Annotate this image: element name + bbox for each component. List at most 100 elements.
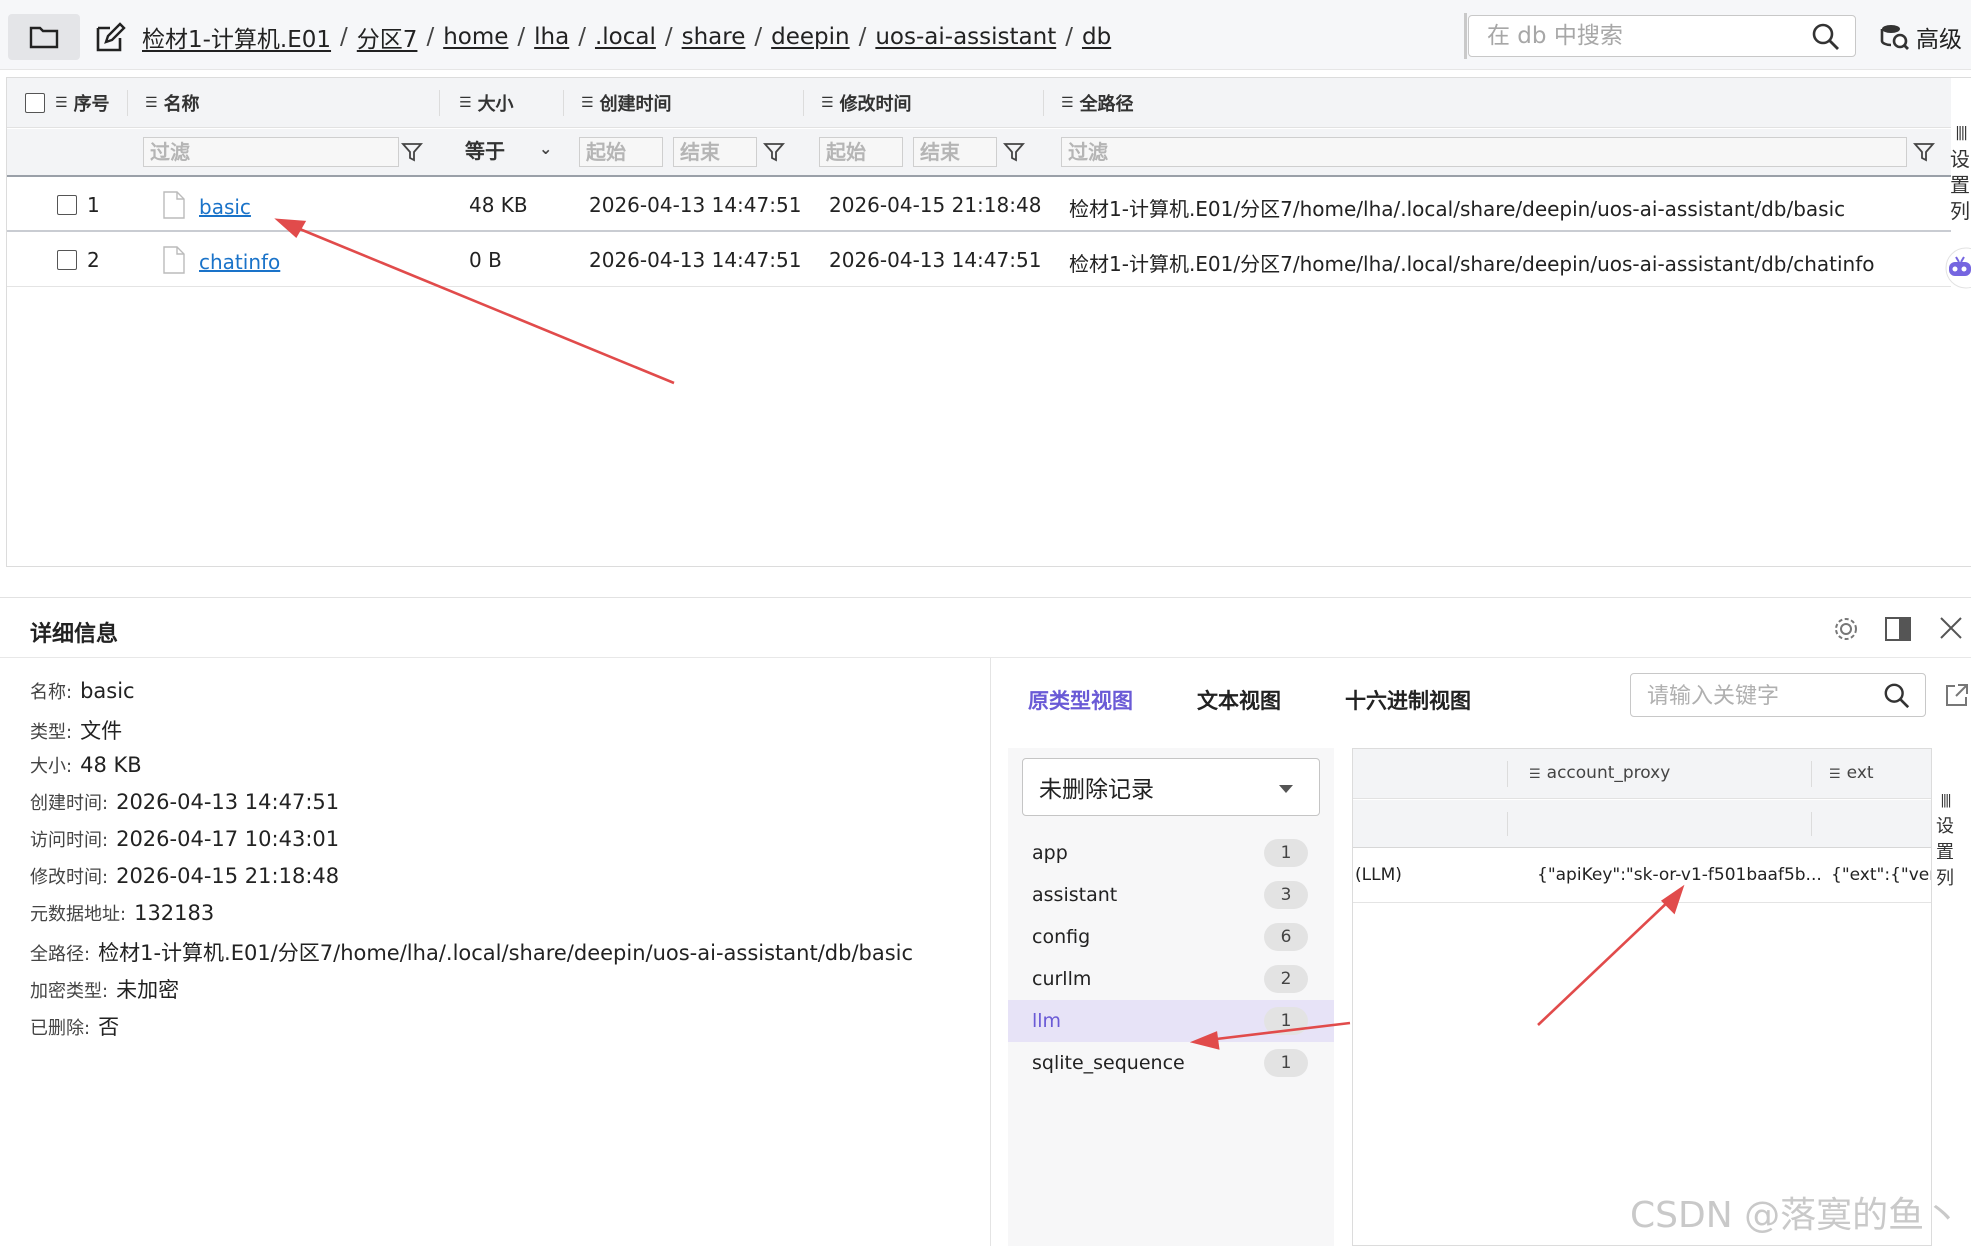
- close-icon[interactable]: [1938, 615, 1964, 641]
- file-modified: 2026-04-13 14:47:51: [829, 248, 1042, 272]
- search-box[interactable]: [1468, 15, 1856, 57]
- column-created[interactable]: ☰ 创建时间: [581, 78, 672, 128]
- property-row: 加密类型: 未加密: [30, 974, 913, 1011]
- property-value: 2026-04-17 10:43:01: [116, 827, 340, 851]
- property-value: 48 KB: [80, 753, 142, 777]
- column-account-proxy[interactable]: ☰ account_proxy: [1529, 763, 1670, 783]
- column-modified[interactable]: ☰ 修改时间: [821, 78, 912, 128]
- advanced-search-button[interactable]: 高级: [1880, 20, 1962, 54]
- breadcrumb-item[interactable]: 检材1-计算机.E01: [142, 20, 331, 54]
- modified-end-input[interactable]: 结束: [913, 137, 997, 167]
- file-name-link[interactable]: basic: [199, 195, 251, 219]
- file-size: 48 KB: [469, 193, 528, 217]
- column-ext[interactable]: ☰ ext: [1829, 763, 1874, 783]
- file-created: 2026-04-13 14:47:51: [589, 248, 802, 272]
- created-end-input[interactable]: 结束: [673, 137, 757, 167]
- column-divider: [1507, 812, 1508, 836]
- column-fullpath[interactable]: ☰ 全路径: [1061, 78, 1134, 128]
- record-filter-value: 未删除记录: [1039, 777, 1154, 803]
- size-operator-select[interactable]: 等于 ⌄: [459, 137, 559, 167]
- folder-button[interactable]: [8, 14, 80, 60]
- breadcrumb-item[interactable]: share: [682, 24, 746, 50]
- view-tabs: 原类型视图 文本视图 十六进制视图: [1028, 685, 1471, 715]
- property-key: 加密类型:: [30, 981, 109, 1002]
- edit-icon[interactable]: [94, 22, 126, 54]
- tab-hex-view[interactable]: 十六进制视图: [1345, 685, 1471, 715]
- property-key: 全路径:: [30, 944, 91, 965]
- tab-native-view[interactable]: 原类型视图: [1028, 685, 1133, 715]
- assistant-robot-icon[interactable]: [1936, 246, 1971, 290]
- file-fullpath: 检材1-计算机.E01/分区7/home/lha/.local/share/de…: [1069, 197, 1846, 221]
- property-key: 元数据地址:: [30, 904, 127, 925]
- filter-icon[interactable]: [1913, 141, 1935, 163]
- folder-icon: [29, 26, 59, 49]
- keyword-input[interactable]: [1647, 681, 1867, 711]
- column-name[interactable]: ☰ 名称: [145, 78, 200, 128]
- db-table-item[interactable]: sqlite_sequence 1: [1008, 1042, 1334, 1084]
- search-icon[interactable]: [1811, 22, 1841, 52]
- search-icon[interactable]: [1883, 682, 1911, 710]
- split-panel-icon[interactable]: [1884, 615, 1912, 643]
- modified-start-input[interactable]: 起始: [819, 137, 903, 167]
- column-divider: [563, 90, 564, 116]
- breadcrumb-item[interactable]: uos-ai-assistant: [875, 24, 1056, 50]
- property-key: 已删除:: [30, 1018, 91, 1039]
- breadcrumb-item[interactable]: db: [1082, 24, 1111, 50]
- property-value: 检材1-计算机.E01/分区7/home/lha/.local/share/de…: [98, 941, 914, 965]
- db-table-count-badge: 3: [1264, 881, 1308, 909]
- table-row[interactable]: (LLM) {"apiKey":"sk-or-v1-f501baaf5b... …: [1353, 849, 1931, 903]
- select-all-checkbox[interactable]: [25, 93, 45, 113]
- property-value: basic: [80, 679, 135, 703]
- db-table-item[interactable]: llm 1: [1008, 1000, 1334, 1042]
- file-fullpath: 检材1-计算机.E01/分区7/home/lha/.local/share/de…: [1069, 252, 1875, 276]
- breadcrumb-item[interactable]: lha: [534, 24, 569, 50]
- created-start-input[interactable]: 起始: [579, 137, 663, 167]
- filter-icon[interactable]: [1003, 141, 1025, 163]
- chevron-down-icon: ⌄: [539, 139, 553, 158]
- fullpath-filter-input[interactable]: 过滤: [1061, 137, 1907, 167]
- tab-text-view[interactable]: 文本视图: [1197, 685, 1281, 715]
- filter-icon[interactable]: [401, 141, 423, 163]
- breadcrumb-separator: /: [1065, 24, 1073, 50]
- table-row[interactable]: 2 chatinfo 0 B 2026-04-13 14:47:51 2026-…: [7, 234, 1951, 287]
- db-table-count-badge: 6: [1264, 923, 1308, 951]
- row-checkbox[interactable]: [57, 195, 77, 215]
- column-divider: [803, 90, 804, 116]
- db-table-item[interactable]: curllm 2: [1008, 958, 1334, 1000]
- property-row: 已删除: 否: [30, 1011, 913, 1048]
- grid-header: ☰ account_proxy ☰ ext: [1353, 749, 1931, 799]
- property-value: 否: [98, 1015, 120, 1039]
- grid-column-settings-toggle[interactable]: |||| 设置列: [1934, 788, 1956, 892]
- db-table-item[interactable]: app 1: [1008, 832, 1334, 874]
- file-name-link[interactable]: chatinfo: [199, 250, 280, 274]
- column-index[interactable]: ☰ 序号: [55, 78, 110, 128]
- columns-icon: ||||: [1940, 793, 1952, 808]
- breadcrumb-separator: /: [517, 24, 526, 50]
- breadcrumb-separator: /: [664, 24, 673, 50]
- column-settings-toggle[interactable]: |||| 设置列: [1950, 120, 1971, 224]
- detail-panel: 详细信息 名称: basic 类型: 文件 大小: 48 KB 创建时间: 2026-04-1…: [0, 597, 1971, 1246]
- external-link-icon[interactable]: [1944, 682, 1970, 708]
- breadcrumb: 检材1-计算机.E01 / 分区7 / home / lha / .local / share / de…: [142, 20, 1111, 54]
- gear-icon[interactable]: [1832, 615, 1860, 643]
- column-size[interactable]: ☰ 大小: [459, 78, 514, 128]
- db-table-item[interactable]: config 6: [1008, 916, 1334, 958]
- filter-icon[interactable]: [763, 141, 785, 163]
- keyword-search-box[interactable]: [1630, 673, 1926, 717]
- record-filter-select[interactable]: 未删除记录: [1022, 758, 1320, 816]
- breadcrumb-item[interactable]: 分区7: [357, 20, 418, 54]
- panel-divider[interactable]: [990, 658, 991, 1246]
- breadcrumb-item[interactable]: deepin: [771, 24, 849, 50]
- name-filter-input[interactable]: 过滤: [143, 137, 399, 167]
- watermark: CSDN @落寞的鱼丶: [1630, 1195, 1961, 1236]
- table-row[interactable]: 1 basic 48 KB 2026-04-13 14:47:51 2026-0…: [7, 179, 1951, 232]
- breadcrumb-item[interactable]: .local: [595, 24, 656, 50]
- db-table-name: llm: [1032, 1010, 1062, 1032]
- row-checkbox[interactable]: [57, 250, 77, 270]
- db-table-count-badge: 1: [1264, 1007, 1308, 1035]
- property-row: 名称: basic: [30, 678, 913, 715]
- db-table-item[interactable]: assistant 3: [1008, 874, 1334, 916]
- property-key: 名称:: [30, 682, 73, 703]
- breadcrumb-item[interactable]: home: [443, 24, 508, 50]
- search-input[interactable]: [1487, 21, 1797, 51]
